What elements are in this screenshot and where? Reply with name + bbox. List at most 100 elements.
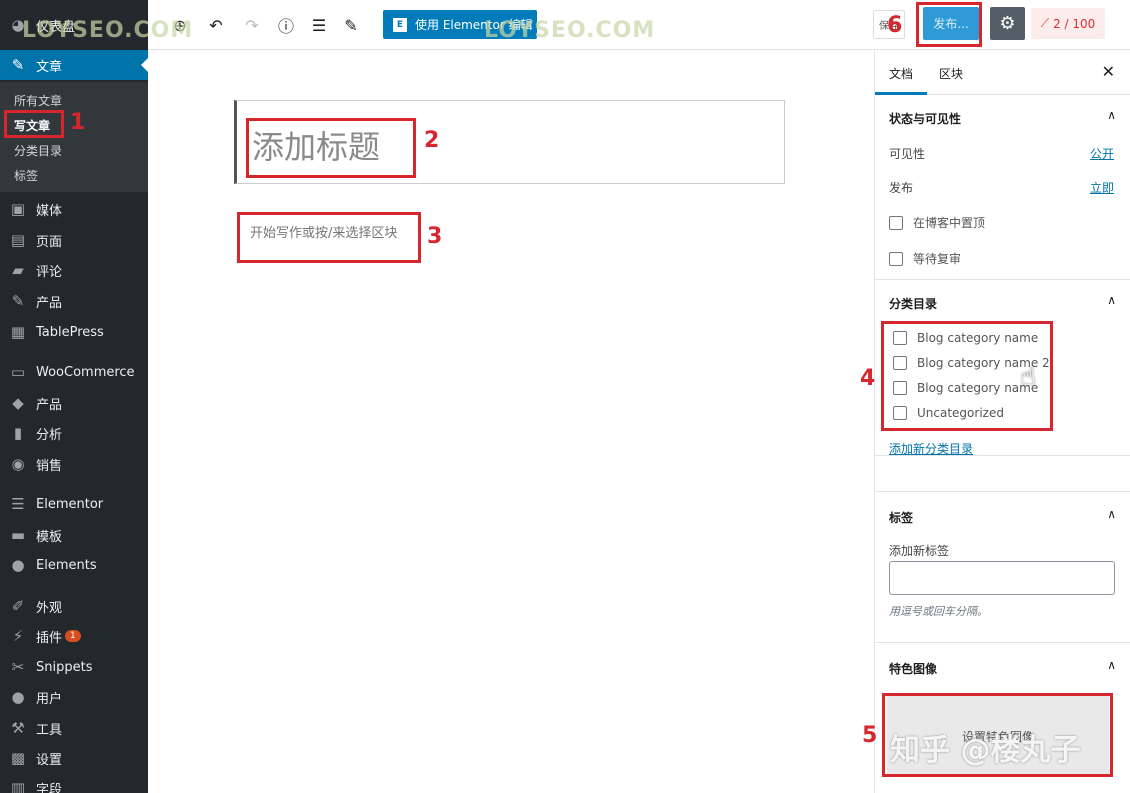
update-count-badge: 1 bbox=[65, 630, 81, 642]
menu-item-label: 产品 bbox=[36, 397, 63, 413]
tab-block[interactable]: 区块 bbox=[939, 65, 963, 82]
menu-item-label: TablePress bbox=[36, 324, 104, 340]
scissors-icon: ✂ bbox=[11, 658, 25, 676]
menu-item-analytics[interactable]: ▮ 分析 bbox=[0, 418, 148, 448]
panel-title-categories[interactable]: 分类目录 bbox=[889, 295, 937, 312]
pin-icon: ✎ bbox=[11, 292, 25, 310]
add-tag-input[interactable] bbox=[889, 561, 1115, 595]
visibility-link[interactable]: 公开 bbox=[1090, 145, 1114, 162]
menu-item-label: 模板 bbox=[36, 529, 63, 545]
chevron-up-icon[interactable]: ∧ bbox=[1107, 108, 1116, 122]
annotation-number: 4 bbox=[860, 366, 876, 391]
chart-icon: ▮ bbox=[13, 424, 23, 442]
highlight-box-3 bbox=[237, 212, 421, 263]
submenu-categories[interactable]: 分类目录 bbox=[14, 142, 62, 159]
table-icon: ▦ bbox=[10, 323, 26, 341]
sidebar-tabs: 文档 区块 ✕ bbox=[874, 50, 1130, 95]
hand-pointer-icon: ☝ bbox=[1020, 362, 1036, 392]
menu-item-label: 媒体 bbox=[36, 203, 63, 219]
chevron-up-icon[interactable]: ∧ bbox=[1107, 293, 1116, 307]
seo-score-value: 2 / 100 bbox=[1053, 16, 1096, 31]
add-tag-label: 添加新标签 bbox=[889, 544, 950, 558]
woocommerce-icon: ▭ bbox=[10, 363, 26, 381]
menu-item-label: 工具 bbox=[36, 722, 63, 738]
menu-item-elementor[interactable]: ☰ Elementor bbox=[0, 489, 148, 519]
menu-item-label: 页面 bbox=[36, 234, 63, 250]
publish-date-label: 发布 bbox=[889, 181, 914, 195]
visibility-label: 可见性 bbox=[889, 147, 926, 161]
zhihu-watermark: 知乎 @楼丸子 bbox=[890, 733, 1081, 768]
site-watermark: LOYSEO.COM bbox=[484, 18, 656, 43]
panel-divider bbox=[875, 491, 1130, 492]
panel-title-status[interactable]: 状态与可见性 bbox=[889, 110, 961, 127]
menu-item-users[interactable]: ● 用户 bbox=[0, 682, 148, 712]
menu-item-elements[interactable]: ● Elements bbox=[0, 550, 148, 580]
menu-item-appearance[interactable]: ✐ 外观 bbox=[0, 591, 148, 621]
menu-item-tablepress[interactable]: ▦ TablePress bbox=[0, 317, 148, 347]
menu-item-marketing[interactable]: ◉ 销售 bbox=[0, 449, 148, 479]
highlight-box-2 bbox=[246, 118, 416, 178]
menu-item-wc-products[interactable]: ◆ 产品 bbox=[0, 388, 148, 418]
menu-item-woocommerce[interactable]: ▭ WooCommerce bbox=[0, 357, 148, 387]
panel-title-featured-image[interactable]: 特色图像 bbox=[889, 660, 937, 677]
highlight-box-1 bbox=[4, 110, 64, 138]
menu-item-templates[interactable]: ▬ 模板 bbox=[0, 520, 148, 550]
menu-item-label: Elementor bbox=[36, 496, 104, 512]
redo-icon[interactable]: ↷ bbox=[240, 13, 264, 37]
close-icon[interactable]: ✕ bbox=[1102, 62, 1115, 81]
tag-help-text: 用逗号或回车分隔。 bbox=[889, 605, 988, 618]
menu-item-pages[interactable]: ▤ 页面 bbox=[0, 225, 148, 255]
menu-item-label: 插件 bbox=[36, 630, 63, 646]
chevron-up-icon[interactable]: ∧ bbox=[1107, 658, 1116, 672]
panel-title-tags[interactable]: 标签 bbox=[889, 509, 913, 526]
menu-item-posts[interactable]: ✎ 文章 bbox=[0, 50, 148, 80]
menu-item-products[interactable]: ✎ 产品 bbox=[0, 286, 148, 316]
menu-item-media[interactable]: ▣ 媒体 bbox=[0, 194, 148, 224]
submenu-all-posts[interactable]: 所有文章 bbox=[14, 92, 62, 109]
menu-item-label: 销售 bbox=[36, 458, 63, 474]
list-view-icon[interactable]: ☰ bbox=[307, 13, 331, 37]
tab-document[interactable]: 文档 bbox=[874, 65, 928, 95]
panel-divider bbox=[875, 642, 1130, 643]
menu-item-tools[interactable]: ⚒ 工具 bbox=[0, 713, 148, 743]
sticky-checkbox[interactable] bbox=[889, 215, 903, 230]
submenu-tags[interactable]: 标签 bbox=[14, 167, 38, 184]
folder-icon: ▬ bbox=[10, 526, 26, 544]
box-icon: ◆ bbox=[12, 394, 24, 412]
menu-item-label: 产品 bbox=[36, 295, 63, 311]
brush-icon: ✐ bbox=[11, 597, 25, 615]
menu-item-label: 分析 bbox=[36, 427, 63, 443]
publish-date-link[interactable]: 立即 bbox=[1090, 179, 1114, 196]
menu-item-comments[interactable]: ▰ 评论 bbox=[0, 255, 148, 285]
settings-icon: ▩ bbox=[10, 749, 26, 767]
pending-review-checkbox-row[interactable]: 等待复审 bbox=[889, 250, 961, 267]
pencil-icon[interactable]: ✎ bbox=[339, 13, 363, 37]
sticky-checkbox-row[interactable]: 在博客中置顶 bbox=[889, 214, 985, 231]
panel-divider bbox=[875, 455, 1130, 456]
settings-toggle-button[interactable]: ⚙ bbox=[990, 7, 1025, 40]
megaphone-icon: ◉ bbox=[11, 455, 25, 473]
undo-icon[interactable]: ↶ bbox=[204, 13, 228, 37]
annotation-number: 6 bbox=[887, 13, 903, 38]
media-icon: ▣ bbox=[10, 200, 26, 218]
menu-item-settings[interactable]: ▩ 设置 bbox=[0, 743, 148, 773]
annotation-number: 3 bbox=[427, 224, 443, 249]
pin-icon: ✎ bbox=[11, 56, 25, 74]
menu-item-plugins[interactable]: ⚡ 插件 1 bbox=[0, 621, 148, 651]
chevron-up-icon[interactable]: ∧ bbox=[1107, 507, 1116, 521]
menu-item-snippets[interactable]: ✂ Snippets bbox=[0, 652, 148, 682]
annotation-number: 5 bbox=[862, 723, 878, 748]
elementor-icon: ☰ bbox=[11, 495, 25, 513]
gear-icon: ⚙ bbox=[999, 13, 1016, 34]
sticky-label: 在博客中置顶 bbox=[913, 216, 986, 230]
pending-review-checkbox[interactable] bbox=[889, 251, 903, 266]
info-icon[interactable]: ⓘ bbox=[274, 13, 298, 37]
seo-score-button[interactable]: ⟋ 2 / 100 bbox=[1031, 8, 1105, 39]
menu-item-label: 评论 bbox=[36, 264, 63, 280]
annotation-number: 1 bbox=[70, 110, 86, 135]
menu-item-fields[interactable]: ▥ 字段 bbox=[0, 773, 148, 793]
highlight-box-6 bbox=[916, 2, 982, 47]
pending-review-label: 等待复审 bbox=[913, 252, 962, 266]
site-watermark: LOYSEO.COM bbox=[22, 18, 194, 43]
menu-item-label: 设置 bbox=[36, 752, 63, 768]
